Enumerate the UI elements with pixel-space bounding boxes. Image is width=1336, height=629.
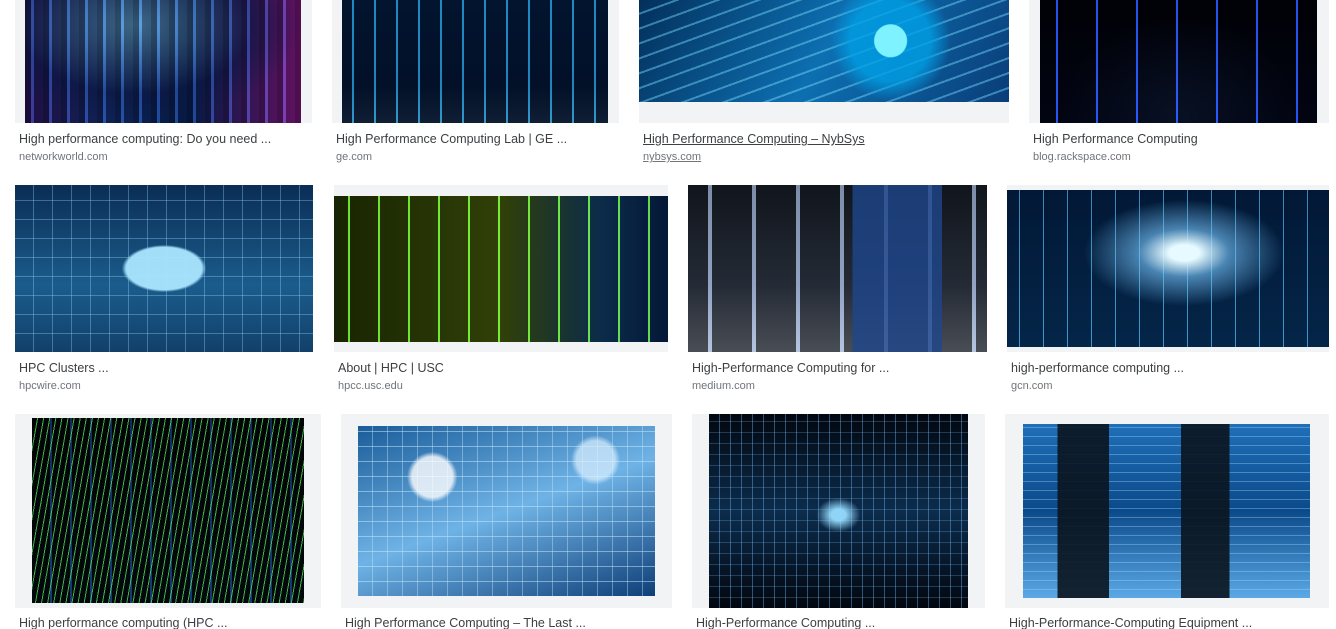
dark-server-room-icon (1040, 0, 1317, 123)
result-title[interactable]: High-Performance Computing ... (696, 615, 875, 629)
result-title[interactable]: High Performance Computing – NybSys (643, 131, 865, 147)
result-thumbnail[interactable] (1007, 185, 1329, 352)
result-card[interactable]: High performance computing: Do you need … (15, 0, 312, 170)
result-card[interactable]: High-Performance Computing ... (692, 414, 985, 629)
result-card[interactable]: High performance computing (HPC ... (15, 414, 321, 629)
result-source[interactable]: ge.com (336, 150, 372, 164)
result-thumbnail[interactable] (692, 414, 985, 608)
result-title[interactable]: high-performance computing ... (1011, 360, 1184, 376)
hpc-equipment-rack-icon (1023, 424, 1310, 598)
servers-purple-icon (25, 0, 301, 123)
result-card[interactable]: About | HPC | USC hpcc.usc.edu (334, 185, 668, 395)
result-thumbnail[interactable] (334, 185, 668, 352)
result-source[interactable]: gcn.com (1011, 379, 1053, 393)
result-thumbnail[interactable] (15, 414, 321, 608)
result-card[interactable]: High Performance Computing – NybSys nybs… (639, 0, 1009, 170)
result-card[interactable]: High Performance Computing blog.rackspac… (1029, 0, 1329, 170)
server-corridor-icon (342, 0, 608, 123)
result-thumbnail[interactable] (341, 414, 672, 608)
result-card[interactable]: HPC Clusters ... hpcwire.com (15, 185, 313, 395)
result-source[interactable]: medium.com (692, 379, 755, 393)
result-title[interactable]: HPC Clusters ... (19, 360, 109, 376)
result-card[interactable]: High-Performance Computing for ... mediu… (688, 185, 987, 395)
result-thumbnail[interactable] (332, 0, 619, 123)
green-data-streams-icon (32, 418, 304, 603)
result-thumbnail[interactable] (639, 0, 1009, 123)
result-thumbnail[interactable] (688, 185, 987, 352)
circuit-chip-icon (639, 0, 1009, 102)
light-tunnel-icon (709, 414, 968, 608)
result-title[interactable]: High Performance Computing Lab | GE ... (336, 131, 567, 147)
rack-laptop-icon (688, 185, 987, 352)
green-server-aisle-icon (334, 196, 668, 342)
result-title[interactable]: High performance computing: Do you need … (19, 131, 271, 147)
result-source[interactable]: networkworld.com (19, 150, 108, 164)
cloud-network-icon (15, 185, 313, 352)
result-title[interactable]: High-Performance-Computing Equipment ... (1009, 615, 1252, 629)
result-card[interactable]: high-performance computing ... gcn.com (1007, 185, 1329, 395)
result-source[interactable]: hpcc.usc.edu (338, 379, 403, 393)
result-card[interactable]: High Performance Computing Lab | GE ... … (332, 0, 619, 170)
result-card[interactable]: High Performance Computing – The Last ..… (341, 414, 672, 629)
result-title[interactable]: About | HPC | USC (338, 360, 444, 376)
result-title[interactable]: High Performance Computing – The Last ..… (345, 615, 586, 629)
result-title[interactable]: High-Performance Computing for ... (692, 360, 889, 376)
datacenter-corridor-icon (1007, 190, 1329, 347)
result-title[interactable]: High Performance Computing (1033, 131, 1198, 147)
result-thumbnail[interactable] (1029, 0, 1329, 123)
result-source[interactable]: nybsys.com (643, 150, 701, 164)
result-title[interactable]: High performance computing (HPC ... (19, 615, 227, 629)
result-source[interactable]: blog.rackspace.com (1033, 150, 1131, 164)
result-thumbnail[interactable] (1005, 414, 1329, 608)
result-card[interactable]: High-Performance-Computing Equipment ... (1005, 414, 1329, 629)
result-thumbnail[interactable] (15, 0, 312, 123)
result-source[interactable]: hpcwire.com (19, 379, 81, 393)
result-thumbnail[interactable] (15, 185, 313, 352)
image-results-grid: High performance computing: Do you need … (0, 0, 1336, 629)
binary-landscape-icon (358, 426, 655, 596)
